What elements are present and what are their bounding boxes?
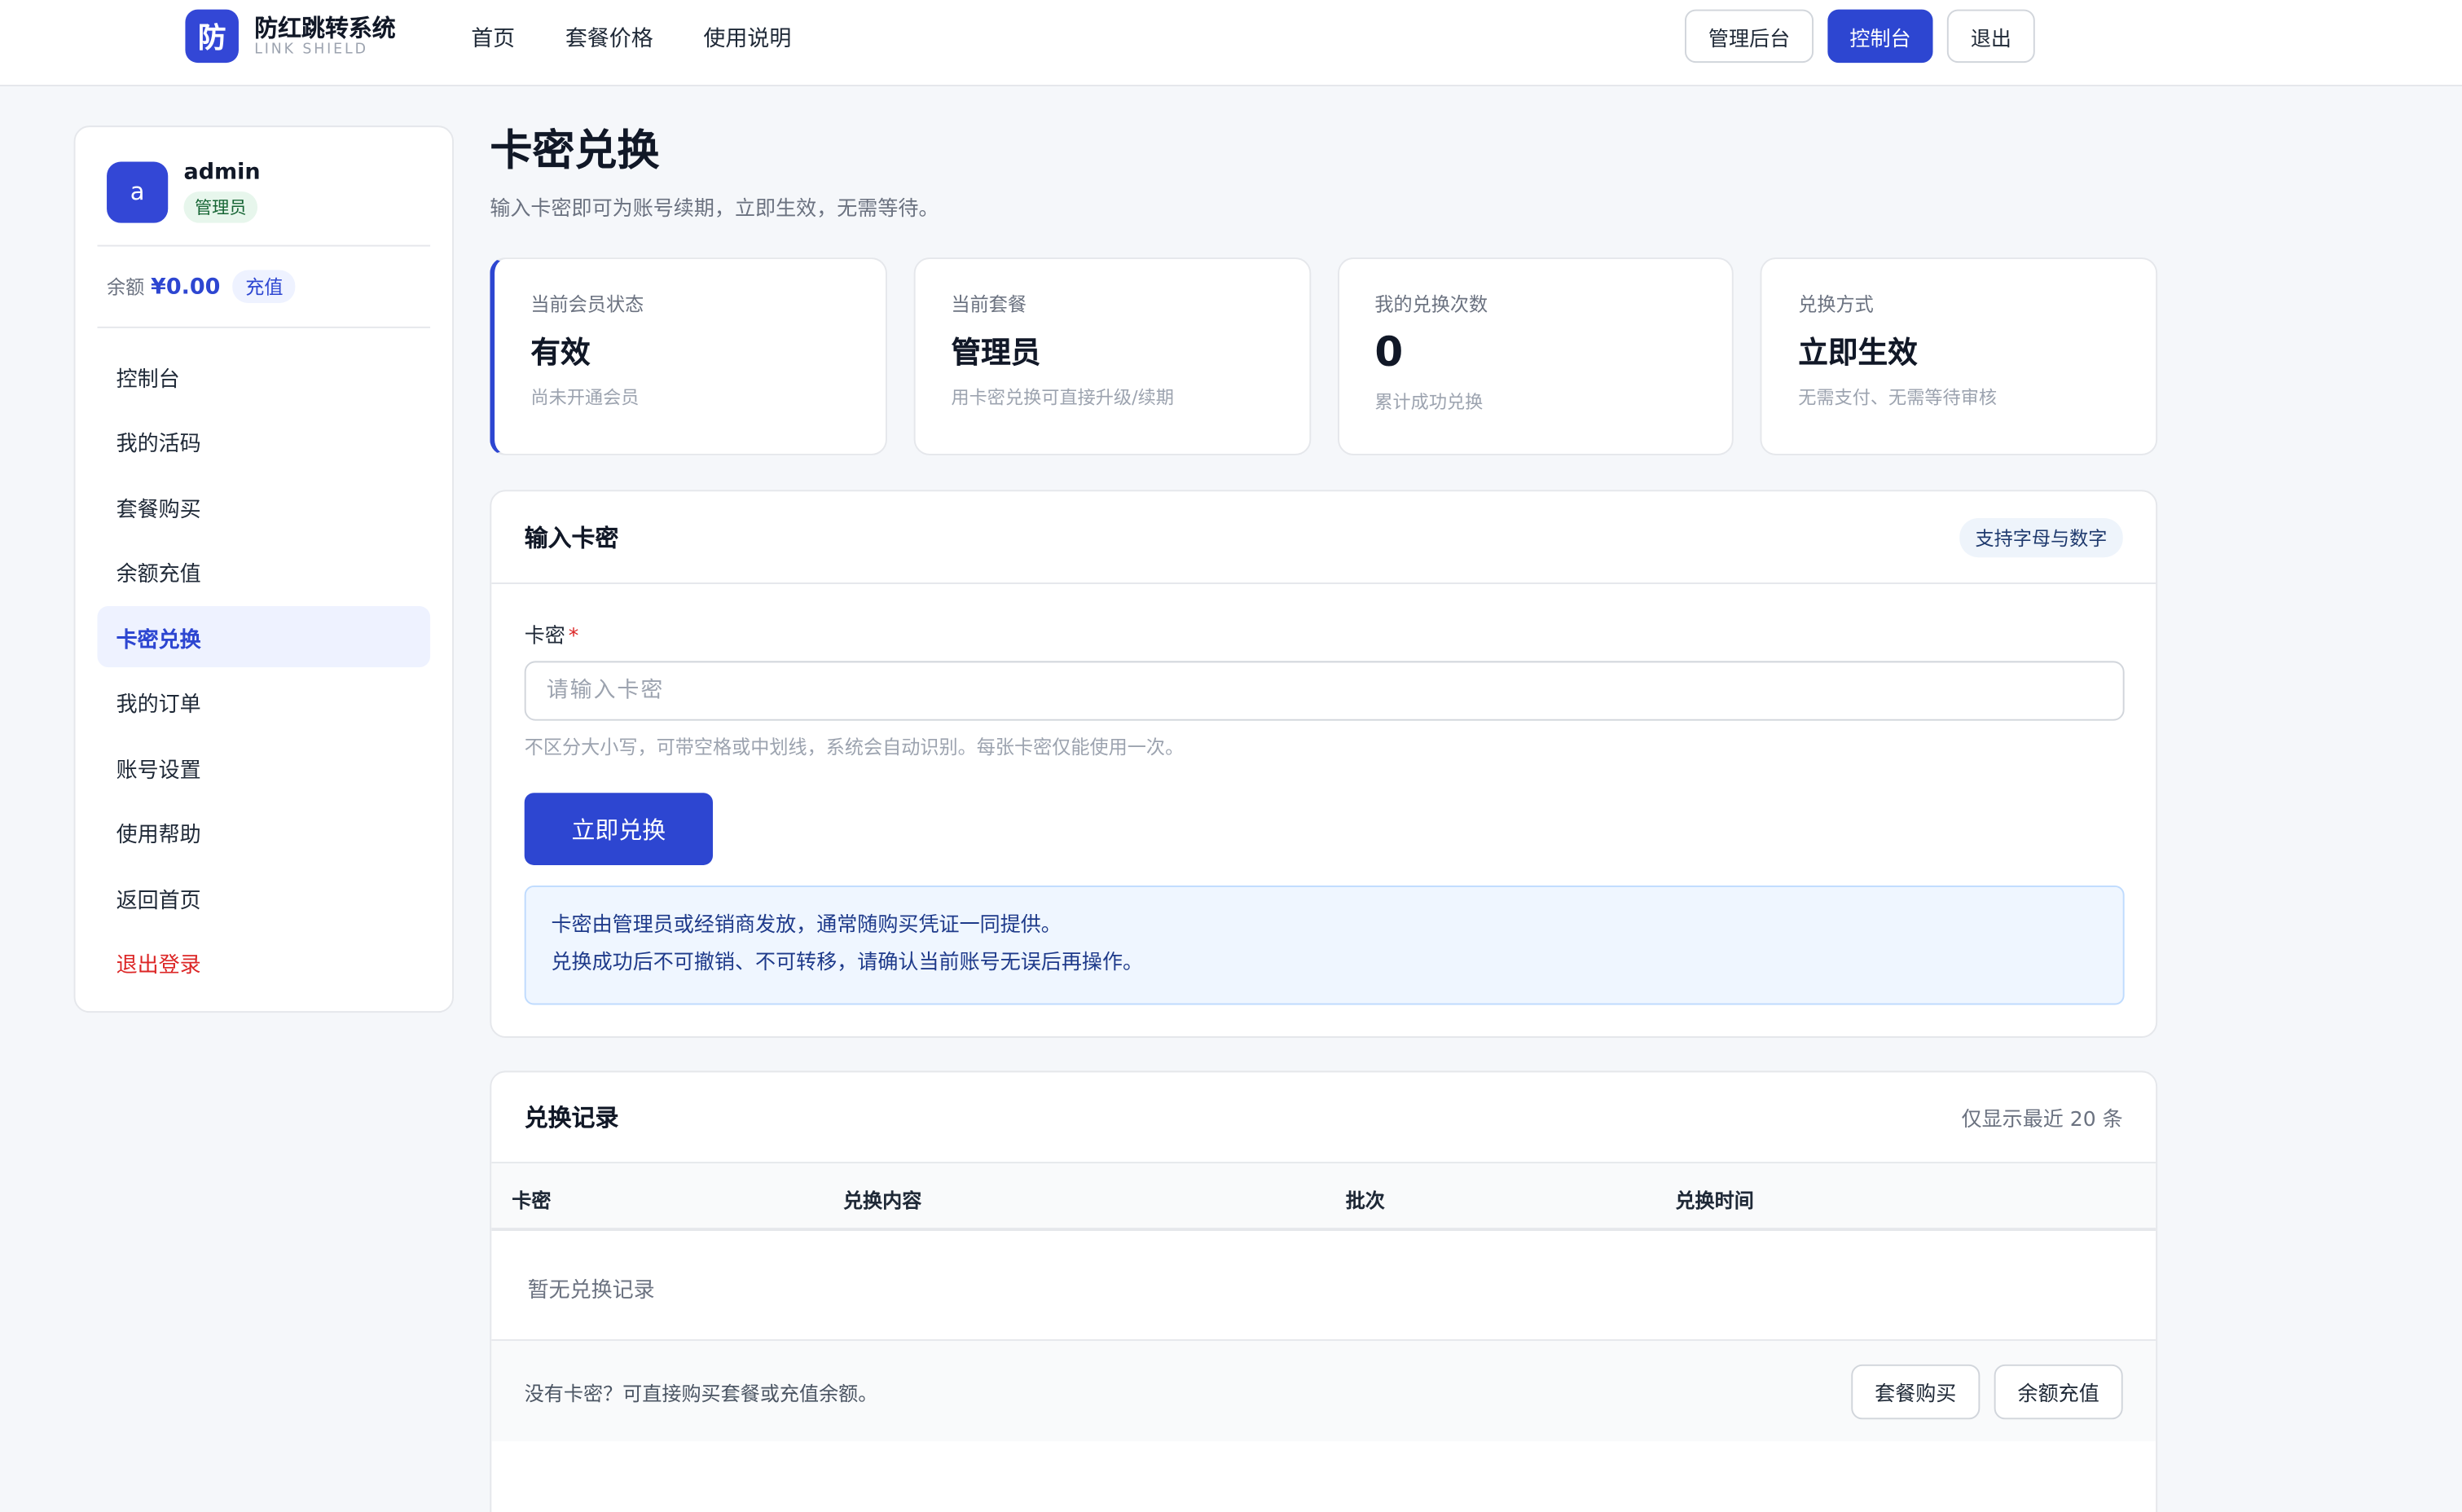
header-actions: 管理后台 控制台 退出	[1684, 9, 2035, 64]
redeem-form: 卡密* 不区分大小写，可带空格或中划线，系统会自动识别。每张卡密仅能使用一次。 …	[491, 584, 2156, 1036]
stat-label: 我的兑换次数	[1374, 293, 1488, 316]
stat-note: 累计成功兑换	[1374, 390, 1484, 413]
user-meta: admin 管理员	[183, 160, 261, 223]
required-mark: *	[568, 625, 579, 648]
card-code-label: 卡密 *	[525, 625, 579, 648]
console-button[interactable]: 控制台	[1827, 9, 1933, 64]
stat-note: 尚未开通会员	[530, 386, 640, 409]
brand-logo-icon: 防	[185, 9, 239, 64]
main-content: 卡密兑换 输入卡密即可为账号续期，立即生效，无需等待。 当前会员状态 有效 尚未…	[490, 125, 2158, 1512]
card-code-input[interactable]	[524, 661, 2125, 721]
nav-home[interactable]: 首页	[471, 22, 515, 54]
brand-name: 防红跳转系统	[254, 13, 396, 42]
stat-value: 立即生效	[1798, 336, 1918, 371]
records-empty-state: 暂无兑换记录	[491, 1231, 2156, 1341]
stat-label: 当前套餐	[951, 293, 1027, 316]
buy-plan-button[interactable]: 套餐购买	[1851, 1363, 1981, 1419]
balance-row: 余额 ¥0.00 充值	[97, 247, 431, 328]
stat-card-method: 兑换方式 立即生效 无需支付、无需等待审核	[1760, 257, 2158, 455]
redeem-notice: 卡密由管理员或经销商发放，通常随购买凭证一同提供。 兑换成功后不可撤销、不可转移…	[524, 885, 2125, 1005]
avatar: a	[107, 160, 169, 222]
records-footer-text: 没有卡密？可直接购买套餐或充值余额。	[524, 1381, 878, 1404]
page-subtitle: 输入卡密即可为账号续期，立即生效，无需等待。	[490, 197, 939, 222]
brand-text: 防红跳转系统 LINK SHIELD	[254, 13, 395, 59]
records-card-title: 兑换记录	[524, 1103, 619, 1132]
card-code-label-text: 卡密	[524, 625, 565, 648]
sidebar-item-logout[interactable]: 退出登录	[97, 932, 430, 993]
stat-note: 用卡密兑换可直接升级/续期	[951, 386, 1174, 409]
stat-card-redeem-count: 我的兑换次数 0 累计成功兑换	[1337, 257, 1734, 455]
brand[interactable]: 防 防红跳转系统 LINK SHIELD	[185, 9, 396, 64]
nav-pricing[interactable]: 套餐价格	[565, 22, 653, 54]
records-card: 兑换记录 仅显示最近 20 条 卡密 兑换内容 批次 兑换时间 暂无兑换记录 没…	[490, 1070, 2158, 1512]
redeem-button[interactable]: 立即兑换	[524, 793, 713, 865]
sidebar-item-recharge[interactable]: 余额充值	[97, 541, 430, 602]
stat-note: 无需支付、无需等待审核	[1798, 386, 1998, 409]
redeem-card-header: 输入卡密 支持字母与数字	[491, 491, 2156, 584]
sidebar-menu: 控制台 我的活码 套餐购买 余额充值 卡密兑换 我的订单 账号设置 使用帮助 返…	[97, 328, 431, 993]
redeem-card: 输入卡密 支持字母与数字 卡密* 不区分大小写，可带空格或中划线，系统会自动识别…	[490, 490, 2158, 1038]
user-info: a admin 管理员	[97, 127, 431, 247]
records-card-header: 兑换记录 仅显示最近 20 条	[491, 1072, 2156, 1164]
records-table-header: 卡密 兑换内容 批次 兑换时间	[491, 1163, 2156, 1232]
main-nav: 首页 套餐价格 使用说明	[471, 22, 791, 54]
app-root: 防 防红跳转系统 LINK SHIELD 首页 套餐价格 使用说明 管理后台 控…	[0, 0, 2462, 1512]
column-header-batch: 批次	[1345, 1188, 1385, 1212]
brand-subtitle: LINK SHIELD	[254, 42, 368, 58]
column-header-content: 兑换内容	[842, 1188, 922, 1212]
stat-value: 0	[1374, 329, 1404, 377]
logout-button[interactable]: 退出	[1946, 9, 2035, 64]
page-title: 卡密兑换	[490, 127, 660, 176]
records-footer-actions: 套餐购买 余额充值	[1851, 1363, 2123, 1419]
column-header-time: 兑换时间	[1675, 1188, 1754, 1212]
sidebar: a admin 管理员 余额 ¥0.00 充值 控制台 我的活码 套餐购买 余额…	[73, 125, 454, 1013]
recharge-button[interactable]: 余额充值	[1994, 1363, 2123, 1419]
balance-label: 余额	[107, 276, 145, 299]
sidebar-item-settings[interactable]: 账号设置	[97, 736, 430, 798]
recharge-link[interactable]: 充值	[232, 270, 296, 303]
nav-guide[interactable]: 使用说明	[703, 22, 791, 54]
sidebar-item-console[interactable]: 控制台	[97, 345, 430, 407]
stat-label: 当前会员状态	[530, 293, 644, 316]
admin-panel-button[interactable]: 管理后台	[1684, 9, 1814, 64]
notice-line: 卡密由管理员或经销商发放，通常随购买凭证一同提供。	[551, 913, 1062, 938]
column-header-code: 卡密	[512, 1188, 552, 1212]
notice-line: 兑换成功后不可撤销、不可转移，请确认当前账号无误后再操作。	[551, 951, 1144, 975]
sidebar-item-help[interactable]: 使用帮助	[97, 802, 430, 863]
redeem-card-title: 输入卡密	[524, 523, 619, 552]
stat-card-status: 当前会员状态 有效 尚未开通会员	[490, 257, 887, 455]
records-footer: 没有卡密？可直接购买套餐或充值余额。 套餐购买 余额充值	[491, 1340, 2156, 1442]
records-meta: 仅显示最近 20 条	[1961, 1108, 2123, 1132]
sidebar-item-buy-plan[interactable]: 套餐购买	[97, 476, 430, 537]
sidebar-item-my-codes[interactable]: 我的活码	[97, 411, 430, 472]
user-name: admin	[183, 160, 261, 186]
stat-value: 有效	[530, 336, 591, 371]
role-badge: 管理员	[183, 191, 258, 223]
balance-amount: ¥0.00	[151, 274, 221, 300]
stats-row: 当前会员状态 有效 尚未开通会员 当前套餐 管理员 用卡密兑换可直接升级/续期 …	[490, 257, 2158, 455]
sidebar-item-orders[interactable]: 我的订单	[97, 671, 430, 732]
stat-card-plan: 当前套餐 管理员 用卡密兑换可直接升级/续期	[913, 257, 1311, 455]
sidebar-item-redeem[interactable]: 卡密兑换	[97, 605, 431, 668]
top-header: 防 防红跳转系统 LINK SHIELD 首页 套餐价格 使用说明 管理后台 控…	[0, 0, 2462, 87]
card-code-hint: 不区分大小写，可带空格或中划线，系统会自动识别。每张卡密仅能使用一次。	[524, 736, 1185, 758]
sidebar-item-home[interactable]: 返回首页	[97, 867, 430, 928]
stat-value: 管理员	[951, 336, 1041, 371]
stat-label: 兑换方式	[1798, 293, 1874, 316]
format-tag: 支持字母与数字	[1959, 517, 2123, 557]
